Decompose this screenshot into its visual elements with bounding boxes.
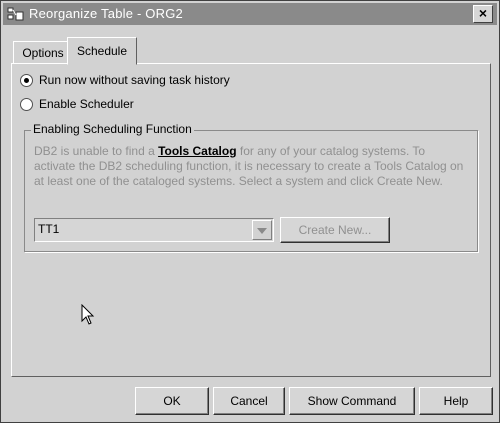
run-now-option[interactable]: Run now without saving task history — [20, 72, 230, 88]
run-now-radio[interactable] — [20, 73, 33, 87]
enable-scheduler-option[interactable]: Enable Scheduler — [20, 96, 134, 112]
ok-button[interactable]: OK — [135, 387, 209, 415]
dialog-window: Reorganize Table - ORG2 × Options Schedu… — [0, 0, 500, 423]
create-new-button[interactable]: Create New... — [280, 217, 390, 243]
tools-catalog-link[interactable]: Tools Catalog — [158, 144, 236, 158]
schedule-panel: Run now without saving task history Enab… — [11, 63, 491, 377]
table-app-icon — [7, 7, 24, 21]
scheduling-function-group: Enabling Scheduling Function DB2 is unab… — [24, 122, 478, 252]
run-now-label: Run now without saving task history — [39, 73, 230, 87]
show-command-button[interactable]: Show Command — [289, 387, 415, 415]
mouse-pointer-icon — [81, 304, 95, 325]
help-button[interactable]: Help — [419, 387, 493, 415]
enable-scheduler-label: Enable Scheduler — [39, 97, 134, 111]
group-description: DB2 is unable to find a Tools Catalog fo… — [34, 144, 464, 189]
tab-schedule[interactable]: Schedule — [67, 37, 137, 65]
enable-scheduler-radio[interactable] — [20, 97, 33, 111]
tab-options[interactable]: Options — [13, 41, 73, 65]
group-title: Enabling Scheduling Function — [31, 122, 194, 136]
title-bar[interactable]: Reorganize Table - ORG2 × — [3, 3, 497, 25]
system-select[interactable]: TT1 — [34, 218, 274, 242]
close-button[interactable]: × — [473, 5, 493, 23]
system-select-value: TT1 — [38, 222, 60, 236]
dropdown-arrow-icon[interactable] — [252, 220, 272, 240]
desc-text-before: DB2 is unable to find a — [34, 144, 159, 158]
window-title: Reorganize Table - ORG2 — [29, 6, 183, 21]
cancel-button[interactable]: Cancel — [213, 387, 285, 415]
